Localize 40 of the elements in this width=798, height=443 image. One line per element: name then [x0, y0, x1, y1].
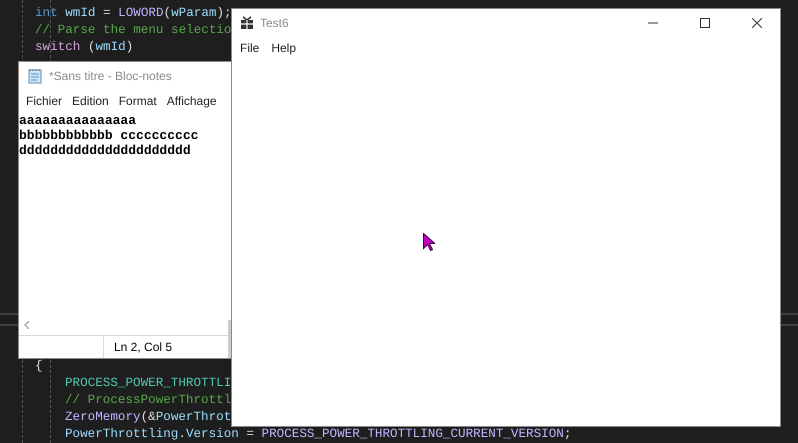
menu-item[interactable]: Edition: [67, 92, 114, 110]
code-token: PROCESS_POWER_THROTTLING_CURRENT_VERSION: [262, 427, 564, 441]
code-token: (&: [140, 410, 156, 424]
code-token: );: [216, 6, 232, 20]
code-token: =: [245, 427, 255, 441]
code-token: LOWORD: [118, 6, 164, 20]
code-token: PROCESS_POWER_THROTTLI: [65, 376, 232, 390]
code-token: Version: [186, 427, 239, 441]
code-token: switch: [35, 40, 80, 54]
status-text: Ln 2, Col 5: [113, 340, 172, 354]
menu-item[interactable]: Fichier: [21, 92, 68, 110]
code-token: PowerThrottling: [65, 427, 178, 441]
code-token: (: [164, 6, 172, 20]
code-token: // Parse the menu selectio: [35, 22, 232, 37]
code-token: wmId: [95, 40, 126, 54]
code-token: // ProcessPowerThrottl: [65, 393, 232, 407]
code-token: (: [86, 40, 96, 54]
text-area[interactable]: aaaaaaaaaaaaaaa bbbbbbbbbbbb cccccccccc dddddddddddddddddddddd: [19, 112, 231, 315]
code-token: .: [178, 427, 186, 441]
code-token: int: [35, 6, 58, 20]
code-token: =: [102, 6, 112, 20]
menu-item[interactable]: Help: [265, 39, 302, 57]
code-token: PowerThrot: [156, 410, 232, 424]
window-title: *Sans titre - Bloc-notes: [49, 69, 172, 83]
code-token: wParam: [171, 6, 216, 20]
code-token: ): [126, 40, 134, 54]
menu-item[interactable]: Format: [114, 92, 162, 110]
scrollbar[interactable]: [228, 320, 231, 358]
code-token: wmId: [64, 6, 96, 20]
gift-icon: [240, 16, 254, 30]
maximize-icon[interactable]: [700, 18, 710, 28]
close-icon[interactable]: [752, 18, 762, 28]
code-token: {: [35, 359, 43, 373]
menu-item[interactable]: Affichage: [162, 92, 222, 110]
notepad-icon: [27, 68, 43, 84]
cursor-icon: [423, 233, 435, 251]
code-token: ZeroMemory: [65, 410, 141, 424]
code-token: ;: [564, 427, 572, 441]
menu-item[interactable]: File: [234, 39, 266, 57]
window-title: Test6: [260, 16, 289, 30]
